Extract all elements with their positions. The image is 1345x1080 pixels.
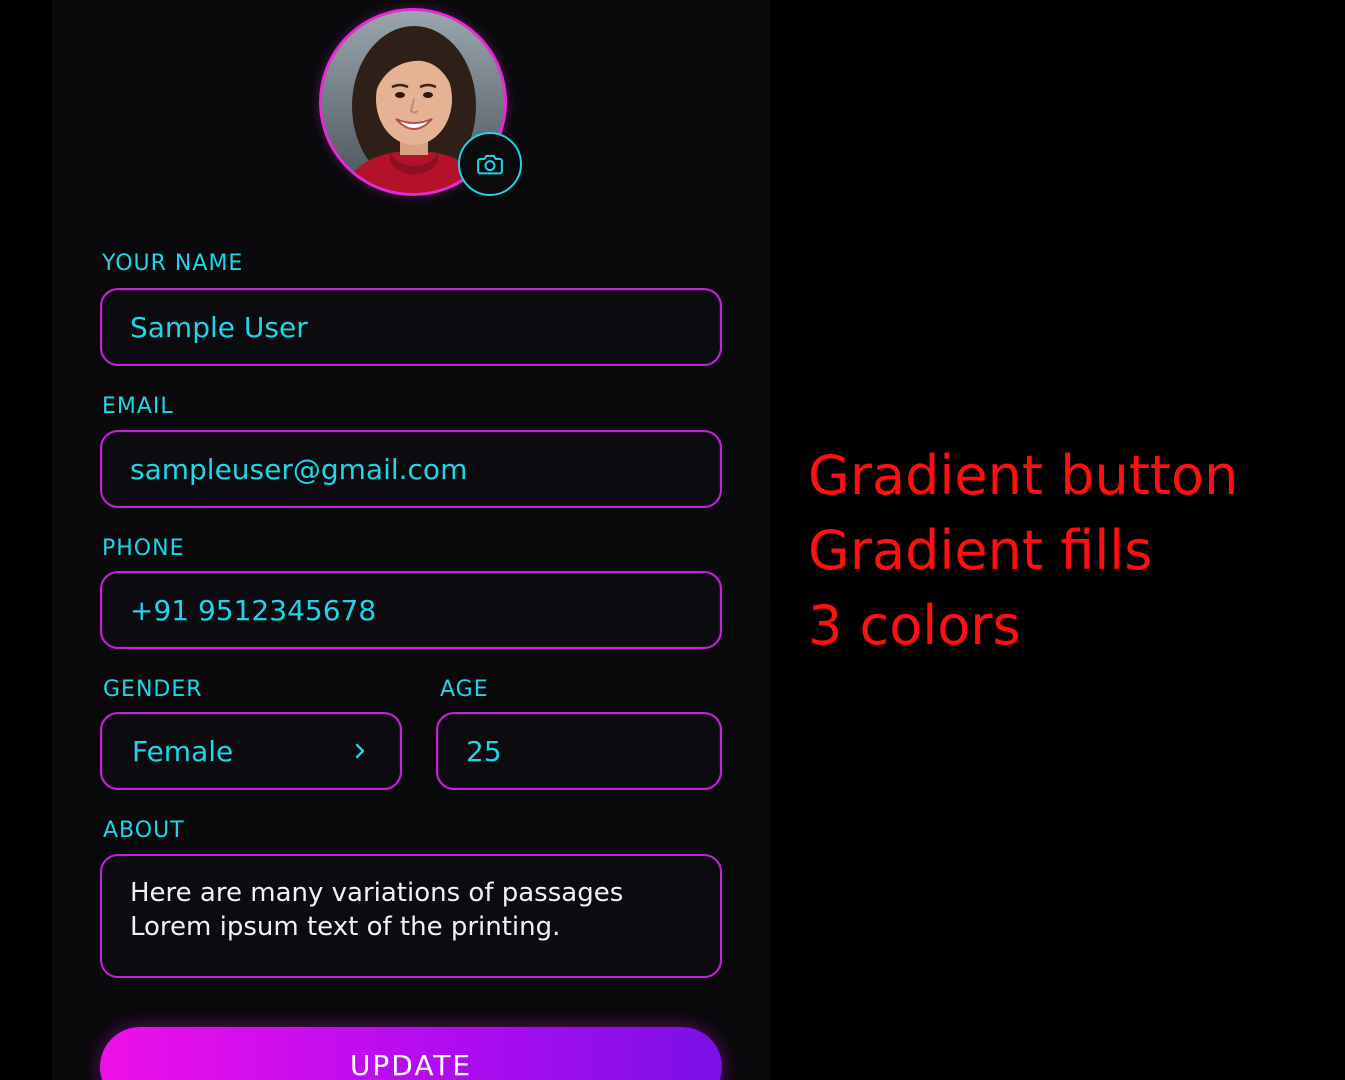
about-line-1: Here are many variations of passages bbox=[130, 878, 624, 908]
email-input[interactable]: sampleuser@gmail.com bbox=[100, 430, 722, 508]
annotation-line-1: Gradient button bbox=[808, 444, 1239, 507]
camera-icon bbox=[477, 154, 503, 175]
phone-value: +91 9512345678 bbox=[130, 593, 377, 627]
about-textarea[interactable]: Here are many variations of passages Lor… bbox=[100, 854, 722, 978]
update-button-label: UPDATE bbox=[349, 1049, 473, 1080]
screen: YOUR NAME Sample User EMAIL sampleuser@g… bbox=[0, 0, 1345, 1080]
gender-label: GENDER bbox=[103, 677, 203, 702]
gender-value: Female bbox=[132, 734, 234, 768]
name-value: Sample User bbox=[130, 310, 308, 344]
about-line-2: Lorem ipsum text of the printing. bbox=[130, 912, 561, 942]
phone-input[interactable]: +91 9512345678 bbox=[100, 571, 722, 649]
update-button[interactable]: UPDATE bbox=[100, 1027, 722, 1080]
chevron-right-icon bbox=[355, 743, 365, 759]
profile-edit-panel: YOUR NAME Sample User EMAIL sampleuser@g… bbox=[52, 0, 770, 1080]
gender-select[interactable]: Female bbox=[100, 712, 402, 790]
age-label: AGE bbox=[440, 677, 489, 702]
phone-label: PHONE bbox=[102, 536, 185, 561]
age-input[interactable]: 25 bbox=[436, 712, 722, 790]
annotation-line-3: 3 colors bbox=[808, 594, 1021, 657]
name-input[interactable]: Sample User bbox=[100, 288, 722, 366]
email-label: EMAIL bbox=[102, 394, 174, 419]
name-label: YOUR NAME bbox=[102, 251, 244, 276]
avatar-section bbox=[319, 8, 522, 196]
about-label: ABOUT bbox=[103, 818, 185, 843]
email-value: sampleuser@gmail.com bbox=[130, 452, 468, 486]
annotation-line-2: Gradient fills bbox=[808, 519, 1153, 582]
age-value: 25 bbox=[466, 734, 502, 768]
change-photo-button[interactable] bbox=[458, 132, 522, 196]
design-annotation: Gradient button Gradient fills 3 colors bbox=[808, 438, 1238, 663]
